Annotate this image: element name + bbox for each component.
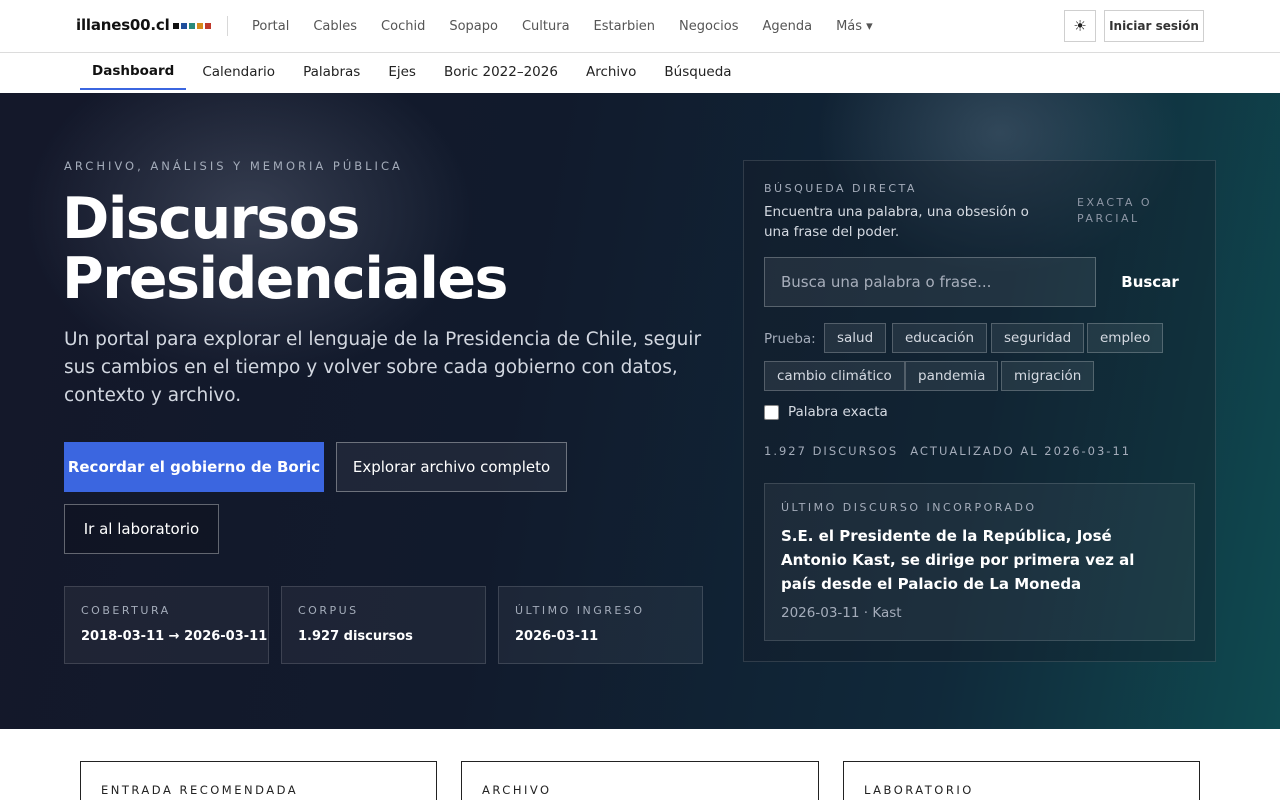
brand-square-2 (181, 23, 187, 29)
card-label: LABORATORIO (864, 783, 974, 797)
suggestion-chip-migracion[interactable]: migración (1001, 361, 1095, 391)
latest-speech-card[interactable]: ÚLTIMO DISCURSO INCORPORADO S.E. el Pres… (764, 483, 1195, 641)
search-panel-description: Encuentra una palabra, una obsesión o un… (764, 204, 1029, 240)
stat-ultimo-ingreso: ÚLTIMO INGRESO 2026-03-11 (498, 586, 703, 664)
recordar-boric-button[interactable]: Recordar el gobierno de Boric (64, 442, 324, 492)
hero-subtitle: Un portal para explorar el lenguaje de l… (64, 329, 702, 406)
tab-dashboard[interactable]: Dashboard (80, 53, 187, 90)
updated-date: ACTUALIZADO AL 2026-03-11 (910, 444, 1132, 458)
tab-ejes[interactable]: Ejes (376, 53, 428, 90)
card-label: ENTRADA RECOMENDADA (101, 783, 299, 797)
stats-row: COBERTURA 2018-03-11 → 2026-03-11 CORPUS… (64, 586, 703, 664)
brand-square-1 (173, 23, 179, 29)
suggestion-chip-cambio-climatico[interactable]: cambio climático (764, 361, 905, 391)
stat-value: 2026-03-11 (515, 629, 599, 644)
topnav-sopapo[interactable]: Sopapo (449, 19, 498, 34)
topnav-negocios[interactable]: Negocios (679, 19, 738, 34)
suggestion-chip-educacion[interactable]: educación (892, 323, 988, 353)
topnav-agenda[interactable]: Agenda (762, 19, 812, 34)
site-logo[interactable]: illanes00.cl (76, 16, 170, 34)
topnav-more-dropdown[interactable]: Más ▾ (836, 19, 873, 34)
search-input[interactable] (764, 257, 1096, 307)
brand-square-5 (205, 23, 211, 29)
tab-boric[interactable]: Boric 2022–2026 (432, 53, 570, 90)
stat-label: COBERTURA (81, 604, 171, 617)
suggestion-chip-seguridad[interactable]: seguridad (991, 323, 1085, 353)
stat-value: 1.927 discursos (298, 629, 413, 644)
stat-label: CORPUS (298, 604, 359, 617)
section-nav: Dashboard Calendario Palabras Ejes Boric… (0, 53, 1280, 93)
latest-speech-meta: 2026-03-11 · Kast (781, 605, 902, 621)
brand-square-4 (197, 23, 203, 29)
card-label: ARCHIVO (482, 783, 552, 797)
suggestion-chip-salud[interactable]: salud (824, 323, 887, 353)
suggestions-label: Prueba: (764, 331, 816, 347)
search-meta: 1.927 DISCURSOS ACTUALIZADO AL 2026-03-11 (764, 444, 1131, 458)
hero-section: ARCHIVO, ANÁLISIS Y MEMORIA PÚBLICA Disc… (0, 93, 1280, 729)
tab-palabras[interactable]: Palabras (291, 53, 372, 90)
brand-square-3 (189, 23, 195, 29)
theme-toggle-button[interactable]: ☀ (1064, 10, 1096, 42)
tab-calendario[interactable]: Calendario (190, 53, 287, 90)
suggestion-chip-empleo[interactable]: empleo (1087, 323, 1164, 353)
brand-color-squares (173, 23, 211, 29)
card-entrada-recomendada[interactable]: ENTRADA RECOMENDADA (80, 761, 437, 800)
card-archivo[interactable]: ARCHIVO (461, 761, 819, 800)
page-title: Discursos Presidenciales (62, 189, 702, 309)
top-bar: illanes00.cl Portal Cables Cochid Sopapo… (0, 0, 1280, 53)
explorar-archivo-button[interactable]: Explorar archivo completo (336, 442, 567, 492)
stat-label: ÚLTIMO INGRESO (515, 604, 645, 617)
search-panel-eyebrow: BÚSQUEDA DIRECTA (764, 182, 917, 195)
hero-eyebrow: ARCHIVO, ANÁLISIS Y MEMORIA PÚBLICA (64, 159, 403, 173)
page-title-line-1: Discursos (62, 186, 360, 252)
header-divider (227, 16, 228, 36)
search-button[interactable]: Buscar (1104, 257, 1196, 307)
sun-icon: ☀ (1073, 17, 1087, 35)
ir-laboratorio-button[interactable]: Ir al laboratorio (64, 504, 219, 554)
top-nav: Portal Cables Cochid Sopapo Cultura Esta… (252, 0, 873, 52)
topnav-cultura[interactable]: Cultura (522, 19, 570, 34)
page-title-line-2: Presidenciales (62, 246, 508, 312)
login-button[interactable]: Iniciar sesión (1104, 10, 1204, 42)
stat-value: 2018-03-11 → 2026-03-11 (81, 629, 268, 644)
tab-busqueda[interactable]: Búsqueda (652, 53, 743, 90)
stat-cobertura: COBERTURA 2018-03-11 → 2026-03-11 (64, 586, 269, 664)
exact-word-label[interactable]: Palabra exacta (788, 404, 888, 420)
exact-word-checkbox[interactable] (764, 405, 779, 420)
topnav-cochid[interactable]: Cochid (381, 19, 425, 34)
speech-count: 1.927 DISCURSOS (764, 444, 899, 458)
latest-speech-title[interactable]: S.E. el Presidente de la República, José… (781, 524, 1171, 596)
suggestion-chip-pandemia[interactable]: pandemia (905, 361, 999, 391)
stat-corpus: CORPUS 1.927 discursos (281, 586, 486, 664)
search-panel: BÚSQUEDA DIRECTA Encuentra una palabra, … (743, 160, 1216, 662)
latest-speech-eyebrow: ÚLTIMO DISCURSO INCORPORADO (781, 501, 1037, 514)
topnav-cables[interactable]: Cables (313, 19, 357, 34)
search-mode-label: EXACTA O PARCIAL (1077, 196, 1153, 225)
card-laboratorio[interactable]: LABORATORIO (843, 761, 1200, 800)
topnav-portal[interactable]: Portal (252, 19, 289, 34)
tab-archivo[interactable]: Archivo (574, 53, 648, 90)
topnav-estarbien[interactable]: Estarbien (594, 19, 656, 34)
